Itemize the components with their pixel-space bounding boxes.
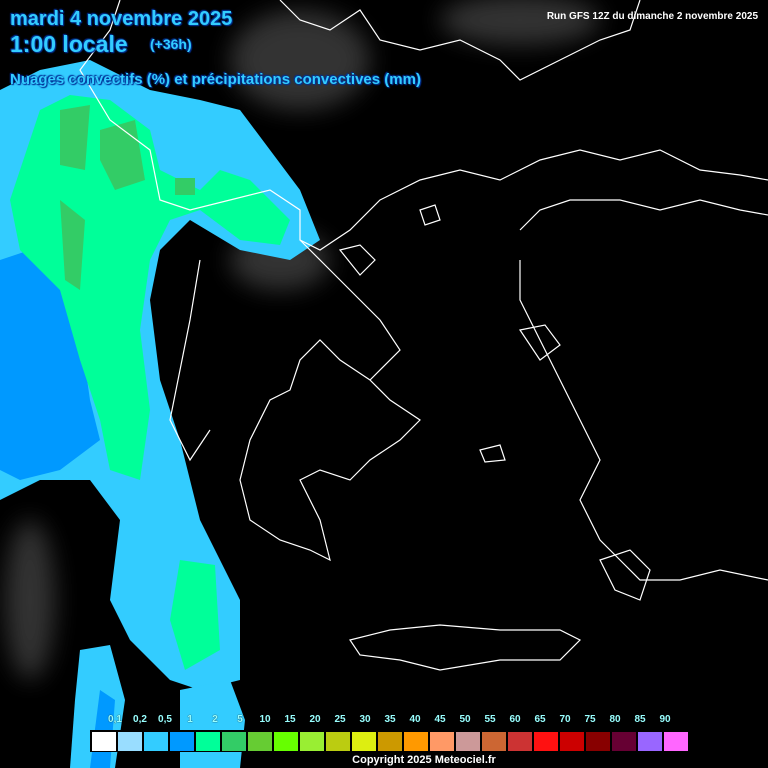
legend-swatch (91, 731, 117, 752)
legend-swatch (351, 731, 377, 752)
forecast-time: 1:00 locale (10, 31, 128, 57)
legend-label: 80 (609, 714, 621, 725)
legend-swatch (507, 731, 533, 752)
legend-label: 50 (459, 714, 471, 725)
legend-swatch (377, 731, 403, 752)
legend-swatch (403, 731, 429, 752)
legend-swatch (299, 731, 325, 752)
legend-label: 65 (534, 714, 546, 725)
legend-swatch (247, 731, 273, 752)
legend-swatch (663, 731, 689, 752)
legend-label: 85 (634, 714, 646, 725)
legend-swatch (455, 731, 481, 752)
legend-swatch (169, 731, 195, 752)
legend-label: 90 (659, 714, 671, 725)
legend-swatch (611, 731, 637, 752)
legend-label: 60 (509, 714, 521, 725)
legend-swatch (195, 731, 221, 752)
legend-swatch (273, 731, 299, 752)
map-canvas (0, 0, 768, 768)
legend-swatch (559, 731, 585, 752)
legend-label: 35 (384, 714, 396, 725)
legend-swatch (221, 731, 247, 752)
color-legend (90, 730, 690, 752)
map-title: Nuages convectifs (%) et précipitations … (10, 71, 421, 88)
legend-label: 0,2 (133, 714, 147, 725)
model-run: Run GFS 12Z du dimanche 2 novembre 2025 (546, 11, 758, 22)
legend-label: 25 (334, 714, 346, 725)
legend-label: 30 (359, 714, 371, 725)
legend-swatch (637, 731, 663, 752)
legend-label: 10 (259, 714, 271, 725)
legend-swatch (325, 731, 351, 752)
legend-label: 15 (284, 714, 296, 725)
legend-label: 0,5 (158, 714, 172, 725)
legend-swatch (429, 731, 455, 752)
legend-swatch (117, 731, 143, 752)
legend-label: 55 (484, 714, 496, 725)
lead-time: (+36h) (150, 36, 192, 52)
legend-label: 70 (559, 714, 571, 725)
legend-label: 45 (434, 714, 446, 725)
legend-label: 75 (584, 714, 596, 725)
legend-label: 2 (212, 714, 218, 725)
legend-swatch (585, 731, 611, 752)
precipitation-field (0, 60, 320, 768)
legend-label: 1 (187, 714, 193, 725)
forecast-date: mardi 4 novembre 2025 (10, 8, 233, 30)
legend-swatch (481, 731, 507, 752)
legend-label: 20 (309, 714, 321, 725)
legend-swatch (533, 731, 559, 752)
weather-map: mardi 4 novembre 2025 1:00 locale (+36h)… (0, 0, 768, 768)
legend-label: 5 (237, 714, 243, 725)
copyright: Copyright 2025 Meteociel.fr (352, 754, 496, 766)
legend-swatch (143, 731, 169, 752)
legend-label: 40 (409, 714, 421, 725)
legend-label: 0,1 (108, 714, 122, 725)
